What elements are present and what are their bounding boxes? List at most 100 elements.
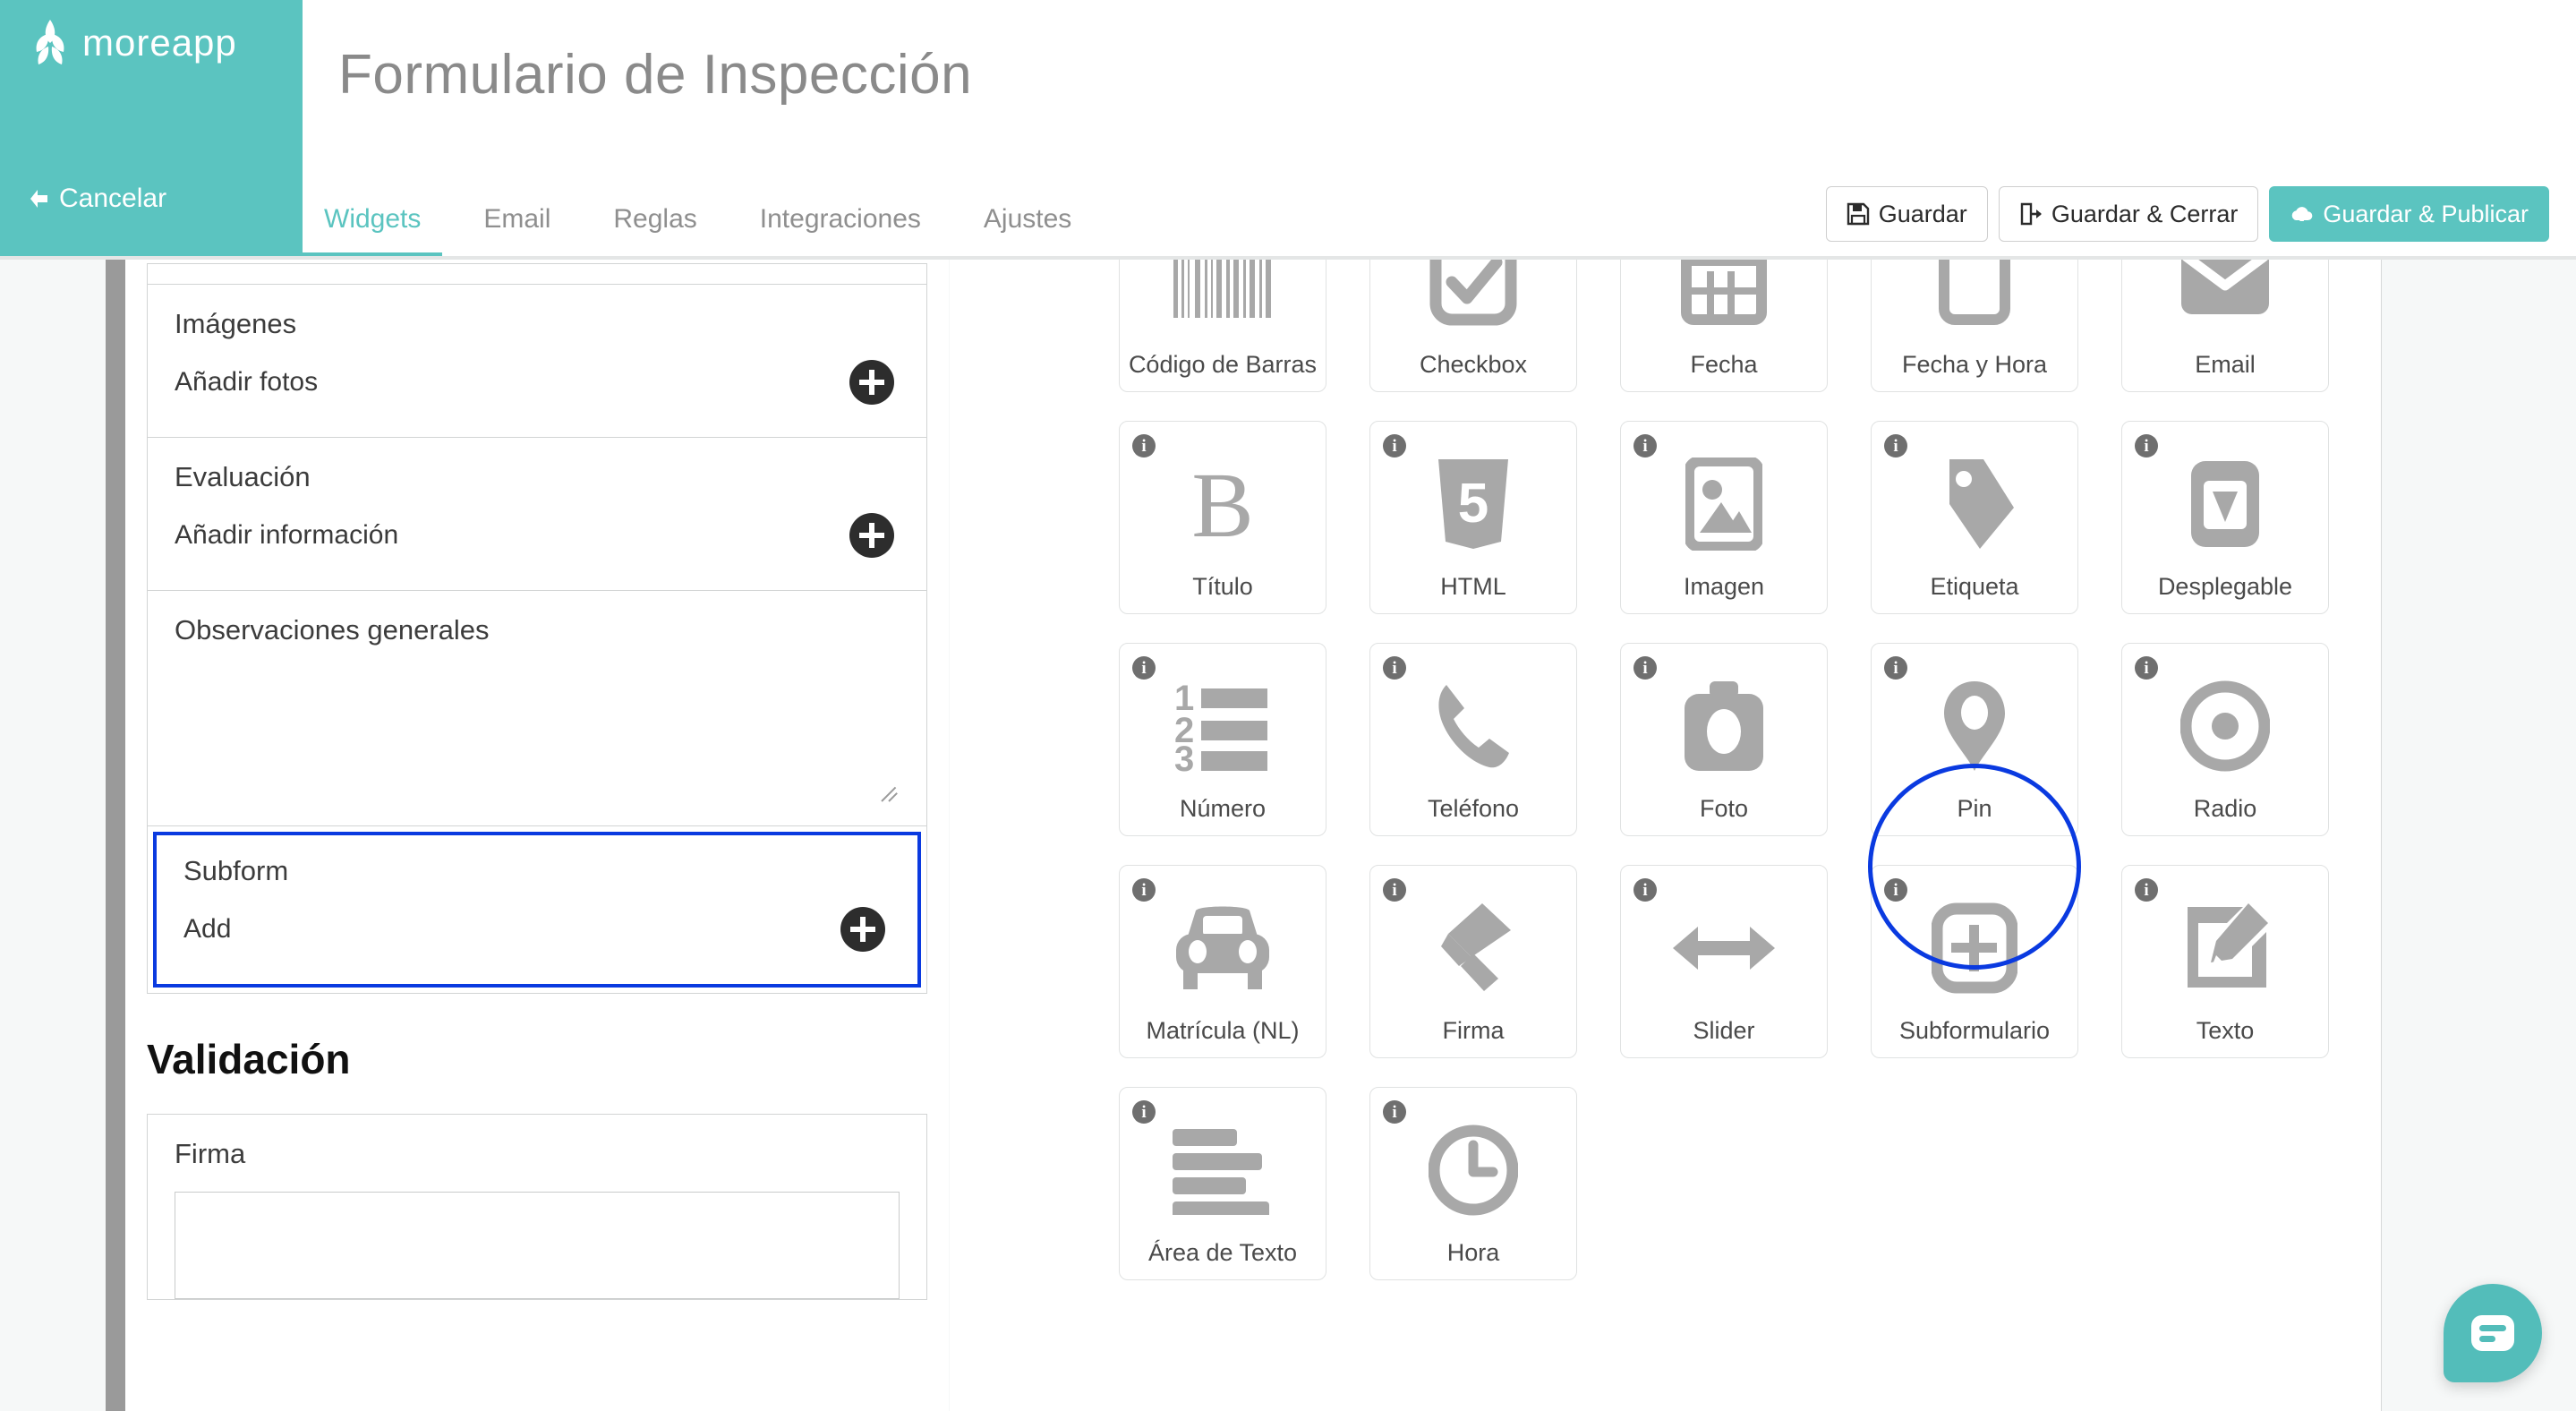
widget-label: Subformulario — [1898, 1017, 2051, 1044]
info-icon[interactable]: i — [1884, 656, 1907, 680]
widget-card-checkbox[interactable]: i Checkbox — [1369, 260, 1577, 392]
save-button[interactable]: Guardar — [1825, 186, 1988, 242]
add-photo-button[interactable] — [849, 360, 894, 405]
signature-canvas[interactable] — [175, 1192, 900, 1299]
brand-name: moreapp — [82, 21, 237, 64]
save-and-publish-button-label: Guardar & Publicar — [2323, 200, 2529, 227]
page-title: Formulario de Inspección — [338, 44, 973, 106]
widget-card-foto[interactable]: i Foto — [1620, 643, 1828, 836]
widget-card-html[interactable]: i 5 HTML — [1369, 421, 1577, 614]
info-icon[interactable]: i — [1633, 878, 1657, 902]
form-field-label: Subform — [183, 855, 289, 886]
widget-label: Email — [2195, 351, 2256, 378]
info-icon[interactable]: i — [2135, 434, 2158, 458]
cancel-button[interactable]: Cancelar — [27, 184, 166, 214]
chat-button[interactable] — [2444, 1284, 2542, 1382]
widgets-panel: i — [950, 260, 2382, 1411]
info-icon[interactable]: i — [1383, 656, 1406, 680]
widget-card-fecha[interactable]: i — [1620, 260, 1828, 392]
observaciones-textarea[interactable] — [148, 655, 926, 817]
form-field-label: Imágenes — [175, 308, 297, 339]
form-editor-panel: Imágenes Añadir fotos Evaluación Añadir … — [125, 260, 949, 1411]
save-and-close-button[interactable]: Guardar & Cerrar — [1998, 186, 2259, 242]
info-icon[interactable]: i — [1132, 878, 1156, 902]
widget-card-texto[interactable]: i Texto — [2121, 865, 2329, 1058]
save-floppy-icon — [1847, 202, 1869, 226]
wheat-leaf-icon — [36, 20, 64, 64]
tab-ajustes[interactable]: Ajustes — [962, 204, 1093, 258]
form-field-observaciones[interactable]: Observaciones generales — [147, 591, 927, 826]
exit-door-icon — [2020, 202, 2042, 226]
widget-grid: i — [1119, 260, 2329, 1280]
widget-card-pin[interactable]: i Pin — [1871, 643, 2078, 836]
info-icon[interactable]: i — [1633, 656, 1657, 680]
form-field-card-top-cut[interactable] — [147, 263, 927, 285]
envelope-icon — [2122, 260, 2328, 351]
widget-card-firma[interactable]: i Firma — [1369, 865, 1577, 1058]
widget-card-desplegable[interactable]: i Desplegable — [2121, 421, 2329, 614]
add-information-button[interactable] — [849, 513, 894, 558]
right-gutter — [2383, 260, 2576, 1411]
info-icon[interactable]: i — [1132, 656, 1156, 680]
form-field-sub-label: Añadir fotos — [175, 367, 319, 397]
chat-bubble-icon — [2471, 1315, 2514, 1351]
info-icon[interactable]: i — [1884, 434, 1907, 458]
widget-card-matricula[interactable]: i Matrícula (NL) — [1119, 865, 1326, 1058]
widget-label: Número — [1179, 795, 1267, 822]
widget-label: Texto — [2196, 1017, 2255, 1044]
svg-text:3: 3 — [1174, 740, 1194, 773]
widget-label: Hora — [1446, 1239, 1500, 1266]
widget-card-subformulario[interactable]: i Subformulario — [1871, 865, 2078, 1058]
tab-bar: Widgets Email Reglas Integraciones Ajust… — [303, 190, 1113, 258]
add-subform-entry-button[interactable] — [840, 907, 885, 952]
form-field-imagenes[interactable]: Imágenes Añadir fotos — [147, 285, 927, 438]
info-icon[interactable]: i — [1884, 878, 1907, 902]
cloud-upload-icon — [2292, 206, 2313, 221]
widget-card-slider[interactable]: i Slider — [1620, 865, 1828, 1058]
info-icon[interactable]: i — [2135, 878, 2158, 902]
save-button-label: Guardar — [1878, 200, 1967, 227]
widget-card-hora[interactable]: i Hora — [1369, 1087, 1577, 1280]
form-field-sub-label: Add — [183, 914, 232, 944]
arrow-left-icon — [30, 190, 47, 208]
svg-text:B: B — [1191, 458, 1253, 551]
form-field-firma[interactable]: Firma — [147, 1114, 927, 1300]
form-editor-scrollbar[interactable] — [106, 260, 125, 1411]
widget-card-radio[interactable]: i Radio — [2121, 643, 2329, 836]
widget-card-barcode[interactable]: i — [1119, 260, 1326, 392]
widget-card-area-de-texto[interactable]: i Área de Texto — [1119, 1087, 1326, 1280]
form-field-evaluacion[interactable]: Evaluación Añadir información — [147, 438, 927, 591]
form-field-row: Añadir información — [148, 493, 926, 590]
widget-card-numero[interactable]: i 123 Número — [1119, 643, 1326, 836]
widget-card-email[interactable]: i Email — [2121, 260, 2329, 392]
widget-card-imagen[interactable]: i Imagen — [1620, 421, 1828, 614]
widget-card-etiqueta[interactable]: i Etiqueta — [1871, 421, 2078, 614]
tab-widgets[interactable]: Widgets — [303, 204, 443, 258]
info-icon[interactable]: i — [1383, 434, 1406, 458]
widget-label: Slider — [1693, 1017, 1755, 1044]
info-icon[interactable]: i — [1383, 1100, 1406, 1124]
tab-email[interactable]: Email — [462, 204, 572, 258]
form-field-subform-wrapper: Subform Add — [147, 826, 927, 994]
save-and-close-button-label: Guardar & Cerrar — [2051, 200, 2239, 227]
info-icon[interactable]: i — [1132, 434, 1156, 458]
widget-label: Código de Barras — [1128, 351, 1318, 378]
widget-card-telefono[interactable]: i Teléfono — [1369, 643, 1577, 836]
form-field-label: Evaluación — [175, 461, 311, 492]
widget-label: Foto — [1699, 795, 1749, 822]
info-icon[interactable]: i — [2135, 656, 2158, 680]
tab-reglas[interactable]: Reglas — [592, 204, 718, 258]
cancel-label: Cancelar — [59, 184, 167, 213]
svg-text:5: 5 — [1458, 473, 1488, 534]
info-icon[interactable]: i — [1132, 1100, 1156, 1124]
form-field-subform[interactable]: Subform Add — [153, 832, 921, 988]
widget-card-titulo[interactable]: i B Título — [1119, 421, 1326, 614]
save-and-publish-button[interactable]: Guardar & Publicar — [2269, 186, 2549, 242]
tab-integraciones[interactable]: Integraciones — [738, 204, 943, 258]
form-field-row: Añadir fotos — [148, 340, 926, 437]
info-icon[interactable]: i — [1383, 878, 1406, 902]
info-icon[interactable]: i — [1633, 434, 1657, 458]
textarea-resize-handle[interactable] — [882, 784, 901, 804]
widget-card-fecha-hora[interactable]: i Fecha y Hora — [1871, 260, 2078, 392]
app-root: moreapp Cancelar Formulario de Inspecció… — [0, 0, 2576, 1411]
